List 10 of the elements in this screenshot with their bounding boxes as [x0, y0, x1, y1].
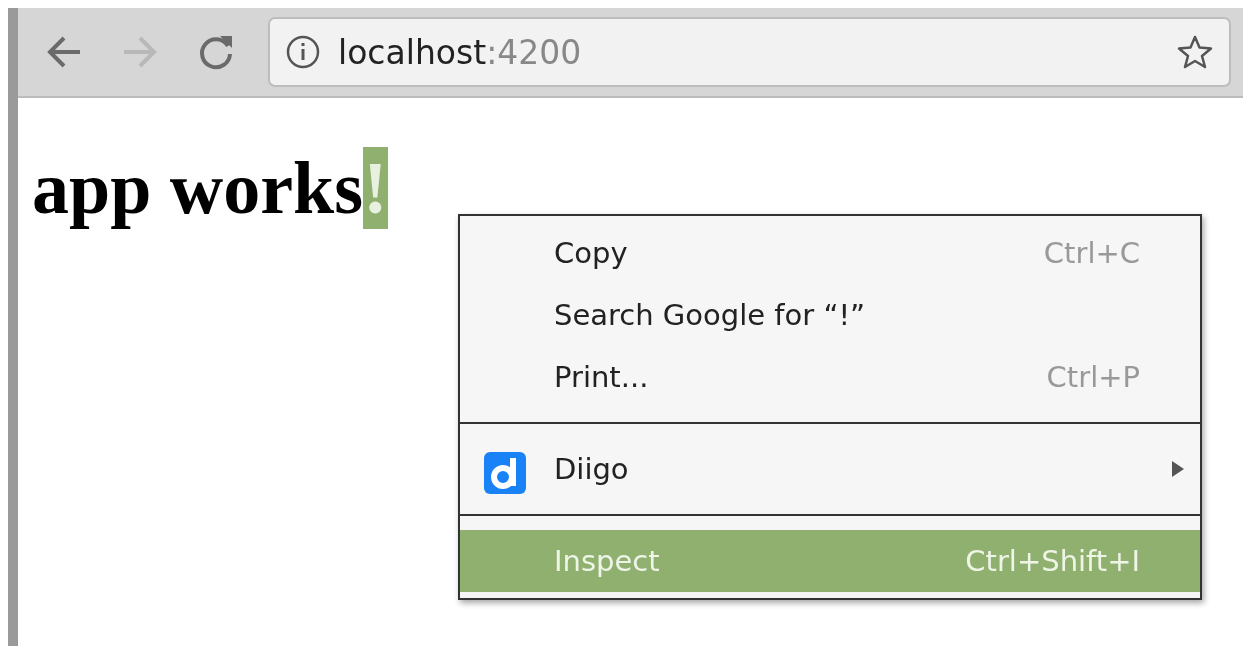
menu-item[interactable]: Search Google for “!” — [460, 284, 1200, 346]
menu-item[interactable]: Print... Ctrl+P — [460, 346, 1200, 408]
menu-item[interactable]: Copy Ctrl+C — [460, 222, 1200, 284]
extension-icon — [484, 452, 526, 494]
submenu-arrow-icon — [1172, 461, 1184, 477]
url-text: localhost:4200 — [338, 32, 583, 72]
address-bar[interactable]: localhost:4200 — [268, 17, 1231, 87]
info-icon — [286, 35, 320, 69]
star-icon[interactable] — [1177, 34, 1213, 70]
menu-item[interactable]: Diigo — [460, 438, 1200, 500]
